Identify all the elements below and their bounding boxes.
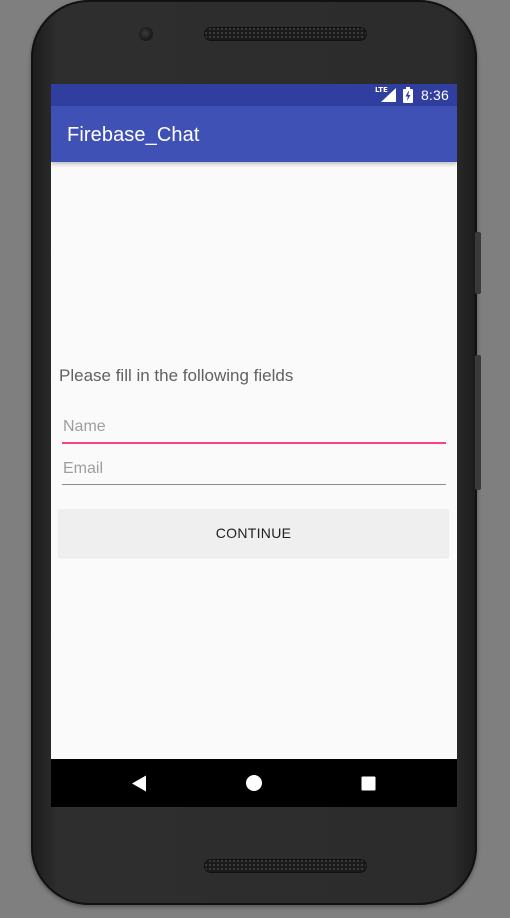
battery-charging-icon bbox=[402, 87, 413, 103]
status-clock: 8:36 bbox=[420, 87, 449, 103]
power-button[interactable] bbox=[475, 232, 481, 294]
nav-recents-button[interactable] bbox=[344, 759, 392, 807]
status-icons: LTE 8:36 bbox=[375, 84, 449, 106]
top-speaker-grille bbox=[204, 27, 367, 41]
name-input[interactable] bbox=[62, 412, 446, 444]
navigation-bar bbox=[51, 759, 457, 807]
home-icon bbox=[246, 775, 262, 791]
app-title: Firebase_Chat bbox=[67, 124, 200, 146]
form-instructions: Please fill in the following fields bbox=[59, 366, 294, 385]
continue-button[interactable]: CONTINUE bbox=[58, 509, 449, 557]
nav-home-button[interactable] bbox=[230, 759, 278, 807]
recents-icon bbox=[361, 776, 375, 790]
app-toolbar: Firebase_Chat bbox=[51, 106, 457, 162]
status-bar: LTE 8:36 bbox=[51, 84, 457, 106]
back-icon bbox=[132, 775, 146, 791]
nav-back-button[interactable] bbox=[115, 759, 163, 807]
network-type-label: LTE bbox=[374, 86, 388, 94]
device-frame-area: LTE 8:36 Firebase_Chat Please fill in th… bbox=[0, 0, 510, 918]
lte-signal-icon: LTE bbox=[374, 86, 397, 103]
bottom-speaker-grille bbox=[204, 859, 367, 873]
email-input[interactable] bbox=[62, 454, 446, 485]
volume-rocker[interactable] bbox=[475, 355, 481, 490]
app-screen: LTE 8:36 Firebase_Chat Please fill in th… bbox=[51, 84, 457, 807]
front-camera bbox=[139, 27, 153, 41]
